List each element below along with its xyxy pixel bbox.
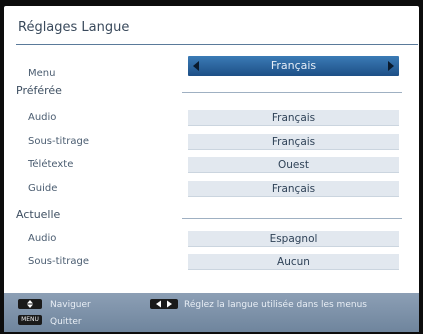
language-settings-panel: Réglages Langue Menu Français Préférée A… (4, 6, 419, 332)
arrow-left-icon[interactable] (193, 61, 199, 71)
menu-key-icon: MENU (18, 315, 42, 325)
preferred-teletext-label: Télétexte (28, 159, 74, 170)
hint-text: Réglez la langue utilisée dans les menus (184, 300, 367, 310)
preferred-audio-label: Audio (28, 112, 57, 123)
preferred-divider (182, 92, 402, 93)
page-title: Réglages Langue (18, 20, 130, 35)
quit-label: Quitter (50, 317, 82, 327)
menu-language-selector[interactable]: Français (188, 56, 399, 76)
preferred-teletext-value[interactable]: Ouest (188, 156, 399, 173)
section-current: Actuelle (16, 208, 61, 221)
left-right-arrows-icon (150, 299, 178, 309)
arrow-right-icon[interactable] (388, 61, 394, 71)
title-divider (16, 44, 418, 45)
preferred-guide-label: Guide (28, 183, 58, 194)
up-down-arrows-icon (18, 299, 42, 309)
current-divider (182, 218, 402, 219)
current-audio-value: Espagnol (188, 230, 399, 247)
current-subtitle-value: Aucun (188, 253, 399, 270)
section-preferred: Préférée (16, 84, 62, 97)
preferred-subtitle-label: Sous-titrage (28, 136, 89, 147)
current-audio-label: Audio (28, 233, 57, 244)
preferred-subtitle-value[interactable]: Français (188, 133, 399, 150)
preferred-guide-value[interactable]: Français (188, 180, 399, 197)
help-footer: Naviguer MENU Quitter Réglez la langue u… (4, 293, 419, 332)
menu-language-value: Français (270, 59, 317, 72)
navigate-label: Naviguer (50, 300, 91, 310)
preferred-audio-value[interactable]: Français (188, 109, 399, 126)
menu-label: Menu (28, 68, 56, 79)
current-subtitle-label: Sous-titrage (28, 256, 89, 267)
